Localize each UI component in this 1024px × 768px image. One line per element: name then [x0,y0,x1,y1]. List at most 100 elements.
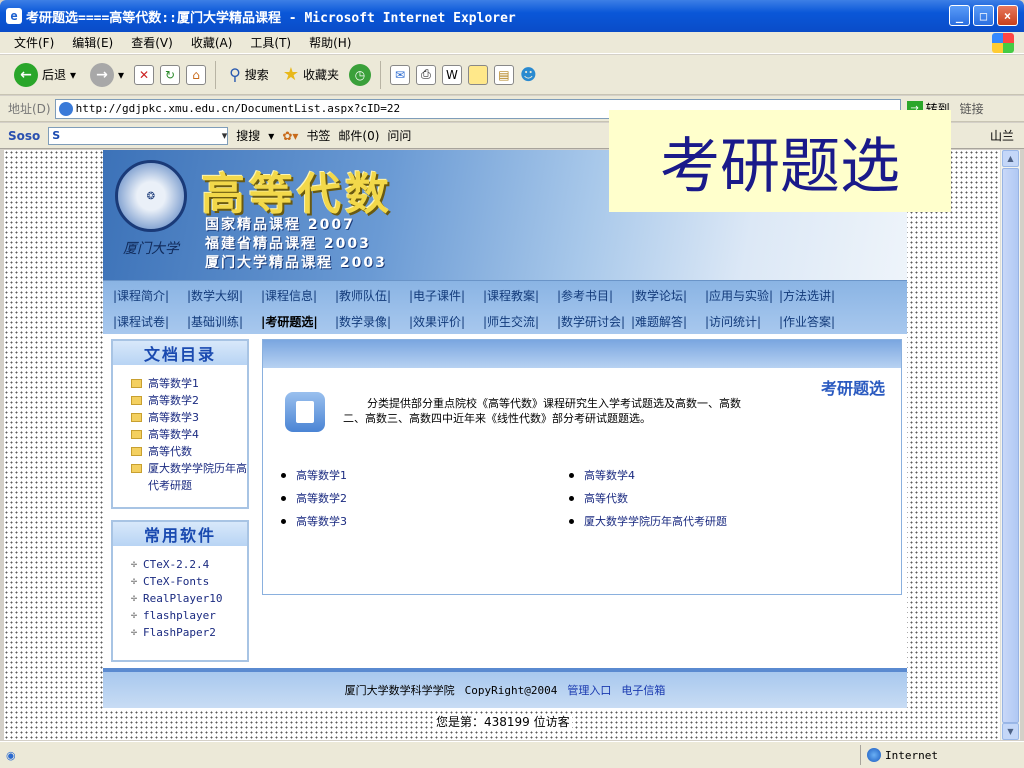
doc-label: 高等数学4 [148,428,199,441]
section-description: 分类提供部分重点院校《高等代数》课程研究生入学考试题选及高数一、高数二、高数三、… [343,397,741,425]
nav-item[interactable]: |数学研讨会| [557,313,631,330]
scroll-up-icon[interactable]: ▲ [1002,150,1019,167]
dropdown-arrow-icon[interactable]: ▾ [268,129,274,143]
doc-item[interactable]: 高等数学3 [131,409,247,426]
software-item[interactable]: ✢ CTeX-Fonts [131,573,247,590]
banner-line-3: 厦门大学精品课程 2003 [205,255,387,271]
favorites-button[interactable]: ★ 收藏夹 [279,59,343,91]
soso-search-input[interactable]: S ▾ [48,126,229,145]
software-item[interactable]: ✢ flashplayer [131,607,247,624]
software-panel-title: 常用软件 [113,522,247,546]
nav-item[interactable]: |作业答案| [779,313,853,330]
software-item[interactable]: ✢ CTeX-2.2.4 [131,556,247,573]
list-item[interactable]: 高等代数 [569,487,727,510]
university-signature: 厦门大学 [123,241,179,257]
close-icon[interactable]: × [997,5,1018,26]
soso-logo[interactable]: Soso [8,129,40,143]
menu-help[interactable]: 帮助(H) [309,34,351,51]
nav-item[interactable]: |课程试卷| [113,313,187,330]
mail-icon[interactable]: ✉ [389,64,410,85]
nav-item[interactable]: |课程教案| [483,287,557,304]
search-button[interactable]: ⚲ 搜索 [225,59,273,91]
home-icon[interactable]: ⌂ [186,64,207,85]
nav-item[interactable]: |基础训练| [187,313,261,330]
admin-link[interactable]: 管理入口 [567,682,611,698]
scroll-down-icon[interactable]: ▼ [1002,723,1019,740]
nav-item[interactable]: |教师队伍| [335,287,409,304]
nav-item[interactable]: |效果评价| [409,313,483,330]
list-item[interactable]: 高等数学3 [281,510,347,533]
nav-item[interactable]: |方法选讲| [779,287,853,304]
content-panel: 考研题选 分类提供部分重点院校《高等代数》课程研究生入学考试题选及高数一、高数二… [262,339,902,595]
back-button[interactable]: ← 后退 ▾ [10,59,80,91]
doc-item[interactable]: 厦大数学学院历年高代考研题 [131,460,247,494]
minimize-icon[interactable]: _ [949,5,970,26]
star-icon: ★ [282,64,299,85]
ask-button[interactable]: 问问 [387,127,411,144]
list-item[interactable]: 厦大数学学院历年高代考研题 [569,510,727,533]
zone-label: Internet [885,748,938,762]
links-right: 高等数学4 高等代数 厦大数学学院历年高代考研题 [569,464,727,533]
list-item[interactable]: 高等数学1 [281,464,347,487]
bullet-icon [569,496,574,501]
pin-icon: ✢ [131,593,138,604]
list-item[interactable]: 高等数学2 [281,487,347,510]
nav-item[interactable]: |难题解答| [631,313,705,330]
soso-input-value: S [52,129,61,142]
research-icon[interactable]: ▤ [493,64,514,85]
messenger-icon[interactable]: ☻ [520,65,537,84]
edit-icon[interactable]: W [441,64,462,85]
doc-item[interactable]: 高等数学2 [131,392,247,409]
maximize-icon[interactable]: □ [973,5,994,26]
print-icon[interactable]: ⎙ [415,64,436,85]
nav-item[interactable]: |电子课件| [409,287,483,304]
vertical-scrollbar[interactable]: ▲ ▼ [1000,150,1020,740]
forward-arrow-icon: → [90,62,115,87]
menu-file[interactable]: 文件(F) [14,34,54,51]
note-icon[interactable] [467,64,488,85]
nav-item-active[interactable]: |考研题选| [261,313,335,330]
nav-item[interactable]: |应用与实验| [705,287,779,304]
doc-item[interactable]: 高等数学1 [131,375,247,392]
doc-item[interactable]: 高等代数 [131,443,247,460]
nav-item[interactable]: |数学大纲| [187,287,261,304]
dropdown-arrow-icon[interactable]: ▾ [118,68,124,82]
back-arrow-icon: ← [14,62,38,87]
nav-item[interactable]: |课程信息| [261,287,335,304]
software-label: CTeX-2.2.4 [143,558,210,571]
menu-tools[interactable]: 工具(T) [250,34,291,51]
list-item[interactable]: 高等数学4 [569,464,727,487]
bookmark-button[interactable]: 书签 [306,127,330,144]
content-panel-header [263,340,901,368]
software-label: RealPlayer10 [143,592,223,605]
nav-item[interactable]: |课程简介| [113,287,187,304]
course-nav: |课程简介| |数学大纲| |课程信息| |教师队伍| |电子课件| |课程教案… [103,280,907,334]
software-label: flashplayer [143,609,216,622]
software-item[interactable]: ✢ RealPlayer10 [131,590,247,607]
forward-button[interactable]: → ▾ [86,59,128,91]
history-icon[interactable]: ◷ [348,63,371,86]
doc-item[interactable]: 高等数学4 [131,426,247,443]
nav-item[interactable]: |数学录像| [335,313,409,330]
mail-button[interactable]: 邮件(0) [338,127,379,144]
nav-item[interactable]: |数学论坛| [631,287,705,304]
shanlan-button[interactable]: 山兰 [990,127,1014,144]
soso-search-button[interactable]: 搜搜 [236,127,260,144]
software-item[interactable]: ✢ FlashPaper2 [131,624,247,641]
soso-options-icon[interactable]: ✿▾ [282,129,298,143]
nav-item[interactable]: |参考书目| [557,287,631,304]
dropdown-arrow-icon[interactable]: ▾ [70,68,76,82]
refresh-icon[interactable]: ↻ [160,64,181,85]
nav-item[interactable]: |访问统计| [705,313,779,330]
stop-icon[interactable]: ✕ [134,64,155,85]
window-title: 考研题选====高等代数::厦门大学精品课程 - Microsoft Inter… [26,10,516,26]
menu-view[interactable]: 查看(V) [131,34,173,51]
nav-item[interactable]: |师生交流| [483,313,557,330]
scroll-thumb[interactable] [1002,168,1019,723]
links-button[interactable]: 链接 [960,100,984,117]
folder-icon [131,396,142,405]
menu-edit[interactable]: 编辑(E) [72,34,113,51]
toolbar-separator [215,60,217,89]
menu-favorites[interactable]: 收藏(A) [191,34,233,51]
email-link[interactable]: 电子信箱 [621,682,665,698]
